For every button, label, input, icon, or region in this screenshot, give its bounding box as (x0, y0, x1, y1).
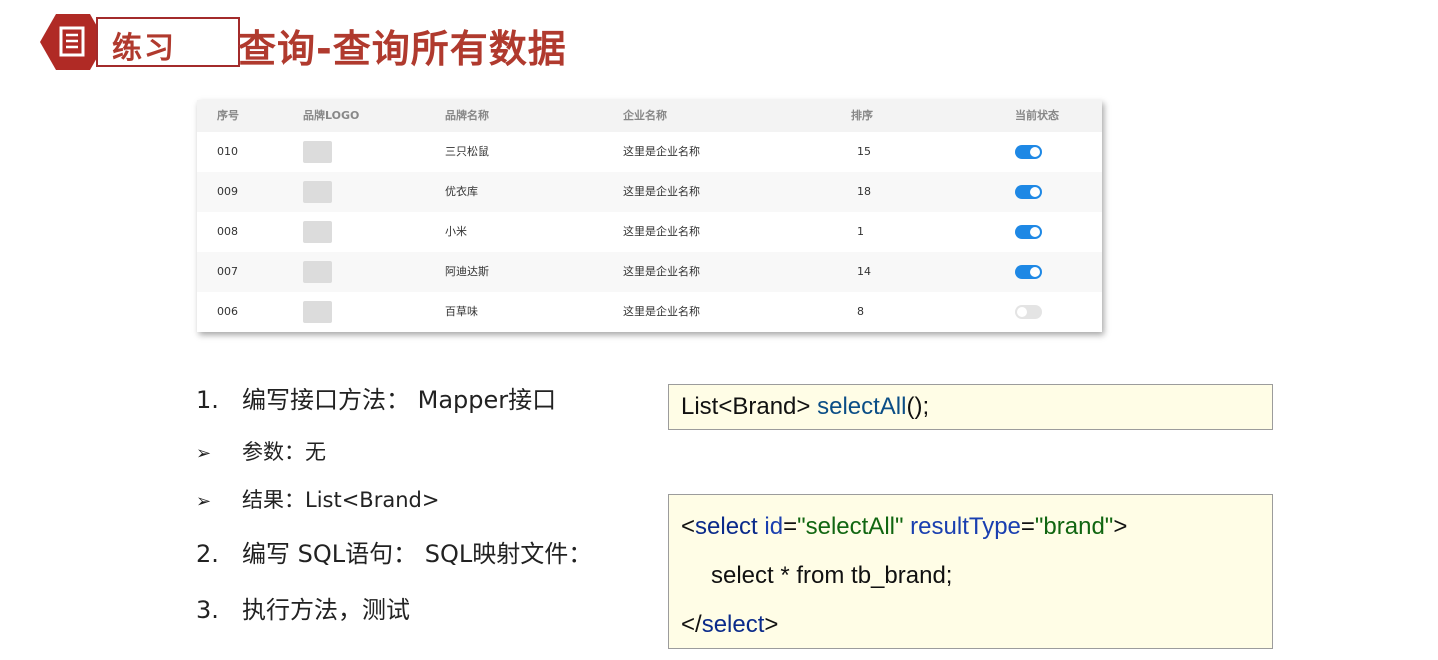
col-header-status: 当前状态 (1015, 109, 1059, 122)
slide-title: 查询-查询所有数据 (238, 27, 567, 71)
interface-code-line: List<Brand> selectAll(); (681, 393, 929, 421)
step-2-text: 编写 SQL语句： SQL映射文件： (242, 540, 593, 568)
row-company-name: 这里是企业名称 (623, 145, 700, 158)
bullet-result-text: 结果：List<Brand> (242, 488, 440, 512)
row-brand-name: 三只松鼠 (445, 145, 489, 158)
step-1-text: 编写接口方法： Mapper接口 (242, 386, 557, 414)
step-2-number: 2. (196, 540, 219, 568)
arrow-bullet-icon: ➢ (196, 491, 212, 512)
row-id: 010 (217, 145, 238, 158)
row-brand-name: 小米 (445, 225, 467, 238)
lt-symbol: < (681, 513, 696, 540)
attr-resulttype-value: "brand" (1034, 513, 1114, 540)
step-3-text: 执行方法，测试 (242, 596, 410, 624)
badge-label-box: 练习 (96, 17, 240, 67)
row-brand-name: 百草味 (445, 305, 478, 318)
row-order: 14 (857, 265, 871, 278)
lt-slash-symbol: </ (681, 611, 702, 638)
equals-sign: = (783, 513, 798, 540)
method-name: selectAll (817, 393, 907, 420)
row-order: 18 (857, 185, 871, 198)
table-row: 007 阿迪达斯 这里是企业名称 14 (197, 252, 1102, 292)
row-company-name: 这里是企业名称 (623, 265, 700, 278)
col-header-logo: 品牌LOGO (303, 109, 360, 122)
row-order: 8 (857, 305, 864, 318)
image-placeholder-icon (303, 261, 332, 283)
bullet-result: ➢ 结果：List<Brand> (196, 484, 439, 514)
attr-resulttype: resultType (903, 513, 1021, 540)
sql-body-line: select * from tb_brand; (711, 562, 953, 589)
sql-close-tag-line: </select> (681, 611, 778, 639)
sql-open-tag-line: <select id="selectAll" resultType="brand… (681, 513, 1127, 541)
row-brand-name: 优衣库 (445, 185, 478, 198)
row-id: 007 (217, 265, 238, 278)
equals-sign: = (1020, 513, 1035, 540)
close-tag-name: select (701, 611, 765, 638)
image-placeholder-icon (303, 221, 332, 243)
interface-code-box: List<Brand> selectAll(); (668, 384, 1273, 430)
status-toggle[interactable] (1015, 145, 1042, 159)
brand-table: 序号 品牌LOGO 品牌名称 企业名称 排序 当前状态 010 三只松鼠 这里是… (197, 100, 1102, 332)
return-type: List<Brand> (681, 393, 818, 420)
attr-id: id (757, 513, 784, 540)
row-id: 006 (217, 305, 238, 318)
gt-symbol: > (764, 611, 779, 638)
row-order: 15 (857, 145, 871, 158)
sql-code-box: <select id="selectAll" resultType="brand… (668, 494, 1273, 649)
col-header-order: 排序 (851, 109, 873, 122)
row-company-name: 这里是企业名称 (623, 225, 700, 238)
badge-label: 练习 (112, 31, 176, 66)
col-header-brand: 品牌名称 (445, 109, 489, 122)
image-placeholder-icon (303, 141, 332, 163)
gt-symbol: > (1113, 513, 1128, 540)
step-1-number: 1. (196, 386, 219, 414)
row-order: 1 (857, 225, 864, 238)
step-1: 1. 编写接口方法： Mapper接口 (196, 380, 556, 415)
status-toggle[interactable] (1015, 265, 1042, 279)
tag-name: select (695, 513, 758, 540)
table-header-row: 序号 品牌LOGO 品牌名称 企业名称 排序 当前状态 (197, 100, 1102, 132)
method-tail: (); (906, 393, 930, 420)
arrow-bullet-icon: ➢ (196, 443, 212, 464)
row-id: 009 (217, 185, 238, 198)
bullet-params: ➢ 参数：无 (196, 436, 326, 466)
step-2: 2. 编写 SQL语句： SQL映射文件： (196, 534, 592, 569)
image-placeholder-icon (303, 301, 332, 323)
col-header-id: 序号 (217, 109, 239, 122)
table-row: 008 小米 这里是企业名称 1 (197, 212, 1102, 252)
image-placeholder-icon (303, 181, 332, 203)
table-row: 009 优衣库 这里是企业名称 18 (197, 172, 1102, 212)
step-3-number: 3. (196, 596, 219, 624)
row-company-name: 这里是企业名称 (623, 185, 700, 198)
col-header-company: 企业名称 (623, 109, 667, 122)
row-brand-name: 阿迪达斯 (445, 265, 489, 278)
status-toggle[interactable] (1015, 305, 1042, 319)
bullet-params-text: 参数：无 (242, 440, 326, 464)
slide: 练习 查询-查询所有数据 序号 品牌LOGO 品牌名称 企业名称 排序 当前状态… (0, 0, 1438, 660)
attr-id-value: "selectAll" (797, 513, 904, 540)
status-toggle[interactable] (1015, 225, 1042, 239)
table-row: 006 百草味 这里是企业名称 8 (197, 292, 1102, 332)
row-id: 008 (217, 225, 238, 238)
status-toggle[interactable] (1015, 185, 1042, 199)
step-3: 3. 执行方法，测试 (196, 590, 410, 625)
row-company-name: 这里是企业名称 (623, 305, 700, 318)
table-row: 010 三只松鼠 这里是企业名称 15 (197, 132, 1102, 172)
